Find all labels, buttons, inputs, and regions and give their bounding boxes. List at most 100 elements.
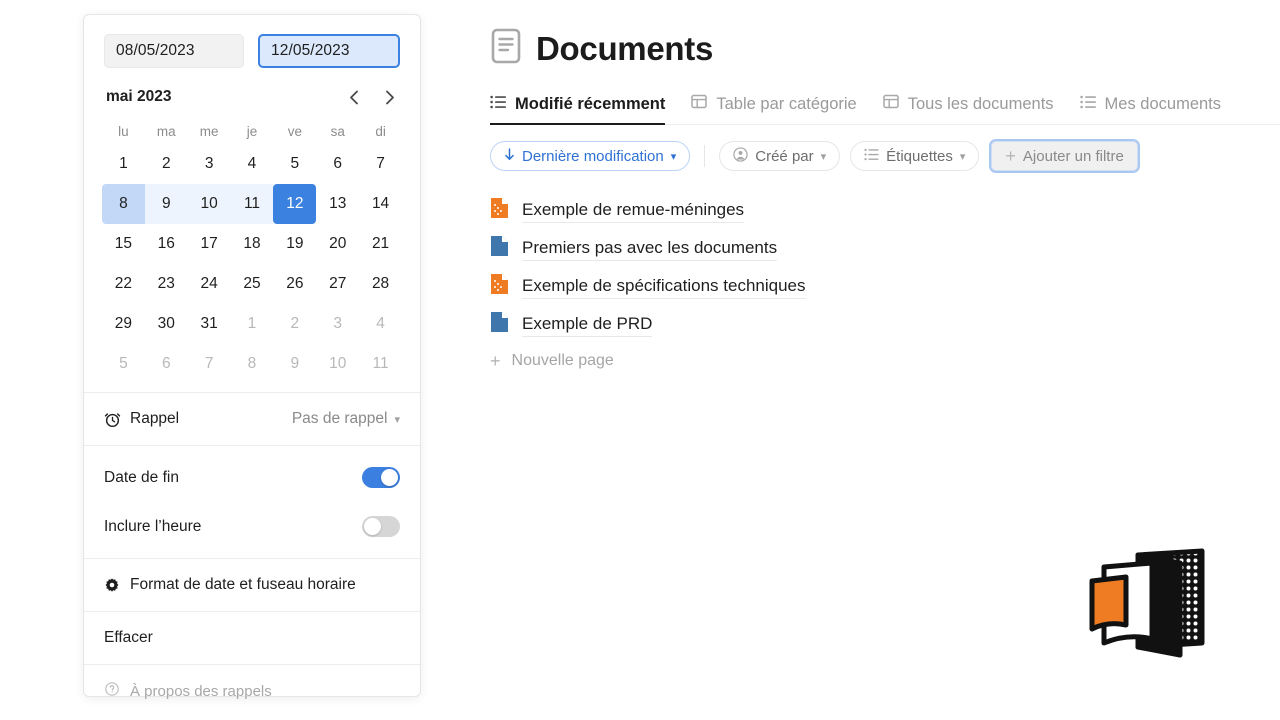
alarm-clock-icon [104, 411, 130, 428]
calendar-day-27[interactable]: 27 [316, 264, 359, 304]
weekday-label: me [188, 118, 231, 144]
calendar-day-10[interactable]: 10 [316, 344, 359, 384]
calendar-day-30[interactable]: 30 [145, 304, 188, 344]
start-date-value: 08/05/2023 [116, 42, 195, 60]
calendar-day-label: 8 [103, 187, 143, 221]
clear-row[interactable]: Effacer [84, 612, 420, 664]
chevron-left-icon[interactable] [346, 89, 362, 105]
list-icon [864, 148, 879, 165]
calendar-day-20[interactable]: 20 [316, 224, 359, 264]
calendar-day-7[interactable]: 7 [188, 344, 231, 384]
include-time-toggle[interactable] [362, 516, 400, 537]
calendar-day-label: 26 [275, 267, 315, 301]
calendar-day-label: 17 [189, 227, 229, 261]
calendar-day-23[interactable]: 23 [145, 264, 188, 304]
sort-chip-label: Dernière modification [522, 148, 664, 165]
calendar-day-18[interactable]: 18 [231, 224, 274, 264]
add-filter-chip[interactable]: + Ajouter un filtre [991, 141, 1137, 171]
calendar-week-row: 1234567 [102, 144, 402, 184]
calendar-day-label: 2 [275, 307, 315, 341]
calendar-day-label: 28 [361, 267, 401, 301]
calendar-day-3[interactable]: 3 [316, 304, 359, 344]
calendar-day-label: 3 [318, 307, 358, 341]
calendar-day-2[interactable]: 2 [273, 304, 316, 344]
date-format-row[interactable]: Format de date et fuseau horaire [84, 559, 420, 611]
sort-chip[interactable]: Dernière modification ▾ [490, 141, 690, 171]
calendar-day-6[interactable]: 6 [316, 144, 359, 184]
calendar-day-4[interactable]: 4 [359, 304, 402, 344]
calendar-day-6[interactable]: 6 [145, 344, 188, 384]
include-time-toggle-row[interactable]: Inclure l’heure [84, 509, 420, 544]
calendar-day-16[interactable]: 16 [145, 224, 188, 264]
calendar-day-22[interactable]: 22 [102, 264, 145, 304]
calendar-day-10[interactable]: 10 [188, 184, 231, 224]
calendar-day-8[interactable]: 8 [231, 344, 274, 384]
calendar-day-1[interactable]: 1 [231, 304, 274, 344]
calendar-day-9[interactable]: 9 [145, 184, 188, 224]
calendar-day-19[interactable]: 19 [273, 224, 316, 264]
calendar-day-label: 19 [275, 227, 315, 261]
calendar-day-28[interactable]: 28 [359, 264, 402, 304]
calendar-day-15[interactable]: 15 [102, 224, 145, 264]
tab-all-documents[interactable]: Tous les documents [883, 94, 1054, 124]
calendar-day-21[interactable]: 21 [359, 224, 402, 264]
document-item[interactable]: Exemple de remue-méninges [490, 191, 1280, 229]
calendar-day-29[interactable]: 29 [102, 304, 145, 344]
about-reminders-row[interactable]: À propos des rappels [84, 665, 420, 717]
end-date-input[interactable]: 12/05/2023 [258, 34, 400, 68]
start-date-input[interactable]: 08/05/2023 [104, 34, 244, 68]
reminder-row[interactable]: Rappel Pas de rappel ▾ [84, 393, 420, 445]
page-header: Documents [490, 28, 1280, 69]
table-icon [691, 94, 707, 114]
toggles-group: Date de fin Inclure l’heure [84, 446, 420, 558]
calendar-day-12[interactable]: 12 [273, 184, 316, 224]
calendar-day-5[interactable]: 5 [102, 344, 145, 384]
calendar-day-26[interactable]: 26 [273, 264, 316, 304]
calendar-week-row: 567891011 [102, 344, 402, 384]
calendar-day-label: 6 [146, 347, 186, 381]
calendar-day-2[interactable]: 2 [145, 144, 188, 184]
tab-recently-modified[interactable]: Modifié récemment [490, 95, 665, 124]
calendar-day-7[interactable]: 7 [359, 144, 402, 184]
tab-bar: Modifié récemment Table par catégorie To… [490, 94, 1280, 125]
document-item[interactable]: Premiers pas avec les documents [490, 229, 1280, 267]
calendar-day-label: 21 [361, 227, 401, 261]
end-date-toggle-row[interactable]: Date de fin [84, 460, 420, 495]
tab-label: Table par catégorie [716, 95, 856, 114]
calendar-day-17[interactable]: 17 [188, 224, 231, 264]
tab-table-by-category[interactable]: Table par catégorie [691, 94, 856, 124]
user-circle-icon [733, 147, 748, 166]
calendar-weekday-header: lu ma me je ve sa di [102, 118, 402, 144]
calendar-day-label: 7 [361, 147, 401, 181]
table-icon [883, 94, 899, 114]
document-item[interactable]: Exemple de PRD [490, 305, 1280, 343]
calendar-day-11[interactable]: 11 [231, 184, 274, 224]
calendar-day-1[interactable]: 1 [102, 144, 145, 184]
calendar-day-label: 31 [189, 307, 229, 341]
calendar-day-label: 24 [189, 267, 229, 301]
tags-chip[interactable]: Étiquettes ▾ [850, 141, 979, 171]
chevron-right-icon[interactable] [382, 89, 398, 105]
reminder-value-dropdown[interactable]: Pas de rappel ▾ [292, 410, 400, 428]
calendar-day-8[interactable]: 8 [102, 184, 145, 224]
calendar-nav-group [346, 89, 398, 105]
calendar-day-24[interactable]: 24 [188, 264, 231, 304]
document-title: Exemple de spécifications techniques [522, 273, 806, 299]
calendar-day-5[interactable]: 5 [273, 144, 316, 184]
calendar-day-3[interactable]: 3 [188, 144, 231, 184]
reminder-label: Rappel [130, 410, 179, 428]
created-by-chip[interactable]: Créé par ▾ [719, 141, 840, 171]
end-date-toggle[interactable] [362, 467, 400, 488]
calendar-grid: lu ma me je ve sa di 1234567891011121314… [84, 112, 420, 384]
calendar-day-31[interactable]: 31 [188, 304, 231, 344]
calendar-day-9[interactable]: 9 [273, 344, 316, 384]
new-page-button[interactable]: + Nouvelle page [490, 343, 1280, 379]
tab-my-documents[interactable]: Mes documents [1080, 95, 1221, 124]
calendar-day-14[interactable]: 14 [359, 184, 402, 224]
documents-illustration [1080, 543, 1210, 658]
calendar-day-13[interactable]: 13 [316, 184, 359, 224]
document-item[interactable]: Exemple de spécifications techniques [490, 267, 1280, 305]
calendar-day-4[interactable]: 4 [231, 144, 274, 184]
calendar-day-25[interactable]: 25 [231, 264, 274, 304]
calendar-day-11[interactable]: 11 [359, 344, 402, 384]
